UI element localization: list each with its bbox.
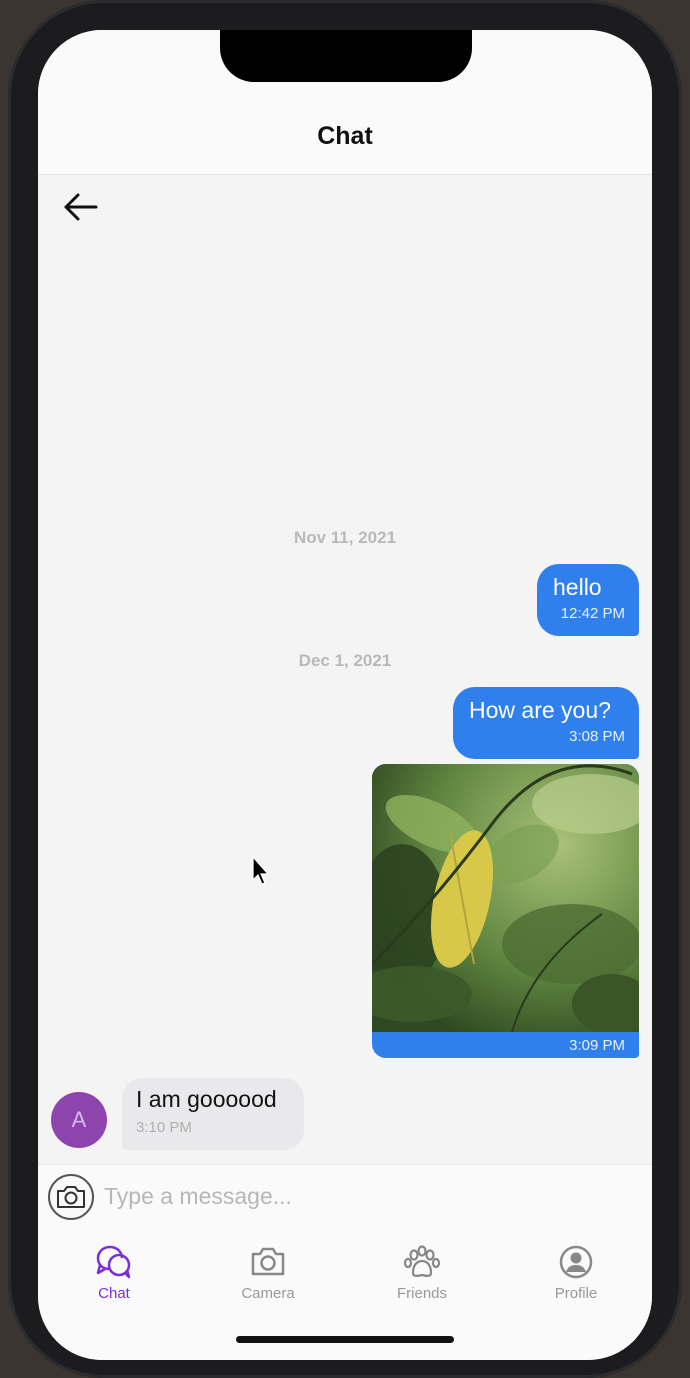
outgoing-message[interactable]: hello 12:42 PM	[537, 564, 639, 636]
message-time: 3:10 PM	[136, 1119, 192, 1136]
outgoing-message[interactable]: How are you? 3:08 PM	[453, 687, 639, 759]
paw-icon	[403, 1245, 441, 1277]
home-indicator	[236, 1336, 454, 1343]
leaves-photo-image	[372, 764, 639, 1034]
incoming-message[interactable]: I am goooood 3:10 PM	[122, 1078, 304, 1150]
arrow-left-icon	[64, 193, 98, 221]
tab-label: Chat	[98, 1285, 130, 1302]
message-time: 3:08 PM	[569, 728, 625, 745]
tab-chat[interactable]: Chat	[54, 1243, 174, 1313]
date-separator: Nov 11, 2021	[293, 528, 397, 547]
message-photo[interactable]	[372, 764, 639, 1034]
message-input[interactable]	[102, 1173, 626, 1219]
message-time: 3:09 PM	[569, 1037, 625, 1054]
date-separator: Dec 1, 2021	[298, 651, 392, 670]
camera-icon	[251, 1247, 285, 1276]
profile-icon	[559, 1245, 593, 1279]
camera-icon	[57, 1186, 85, 1208]
message-text: I am goooood	[136, 1086, 277, 1112]
attach-photo-button[interactable]	[48, 1174, 94, 1220]
tab-camera[interactable]: Camera	[208, 1243, 328, 1313]
mouse-pointer-icon	[252, 856, 270, 885]
page-title: Chat	[317, 122, 373, 150]
tab-friends[interactable]: Friends	[362, 1243, 482, 1313]
tab-label: Friends	[396, 1285, 448, 1302]
back-button[interactable]	[60, 190, 100, 224]
tab-profile[interactable]: Profile	[516, 1243, 636, 1313]
outgoing-image-message[interactable]: 3:09 PM	[372, 764, 639, 1058]
tab-label: Profile	[554, 1285, 598, 1302]
avatar[interactable]: A	[51, 1092, 107, 1148]
message-time: 12:42 PM	[560, 605, 625, 622]
device-notch	[220, 30, 472, 82]
app-screen: Chat Nov 11, 2021 hello 12:42 PM Dec 1, …	[38, 30, 652, 1360]
tab-label: Camera	[241, 1285, 295, 1302]
chat-bubbles-icon	[96, 1245, 131, 1279]
message-text: How are you?	[469, 697, 611, 723]
message-text: hello	[553, 574, 602, 600]
message-composer	[38, 1164, 652, 1236]
